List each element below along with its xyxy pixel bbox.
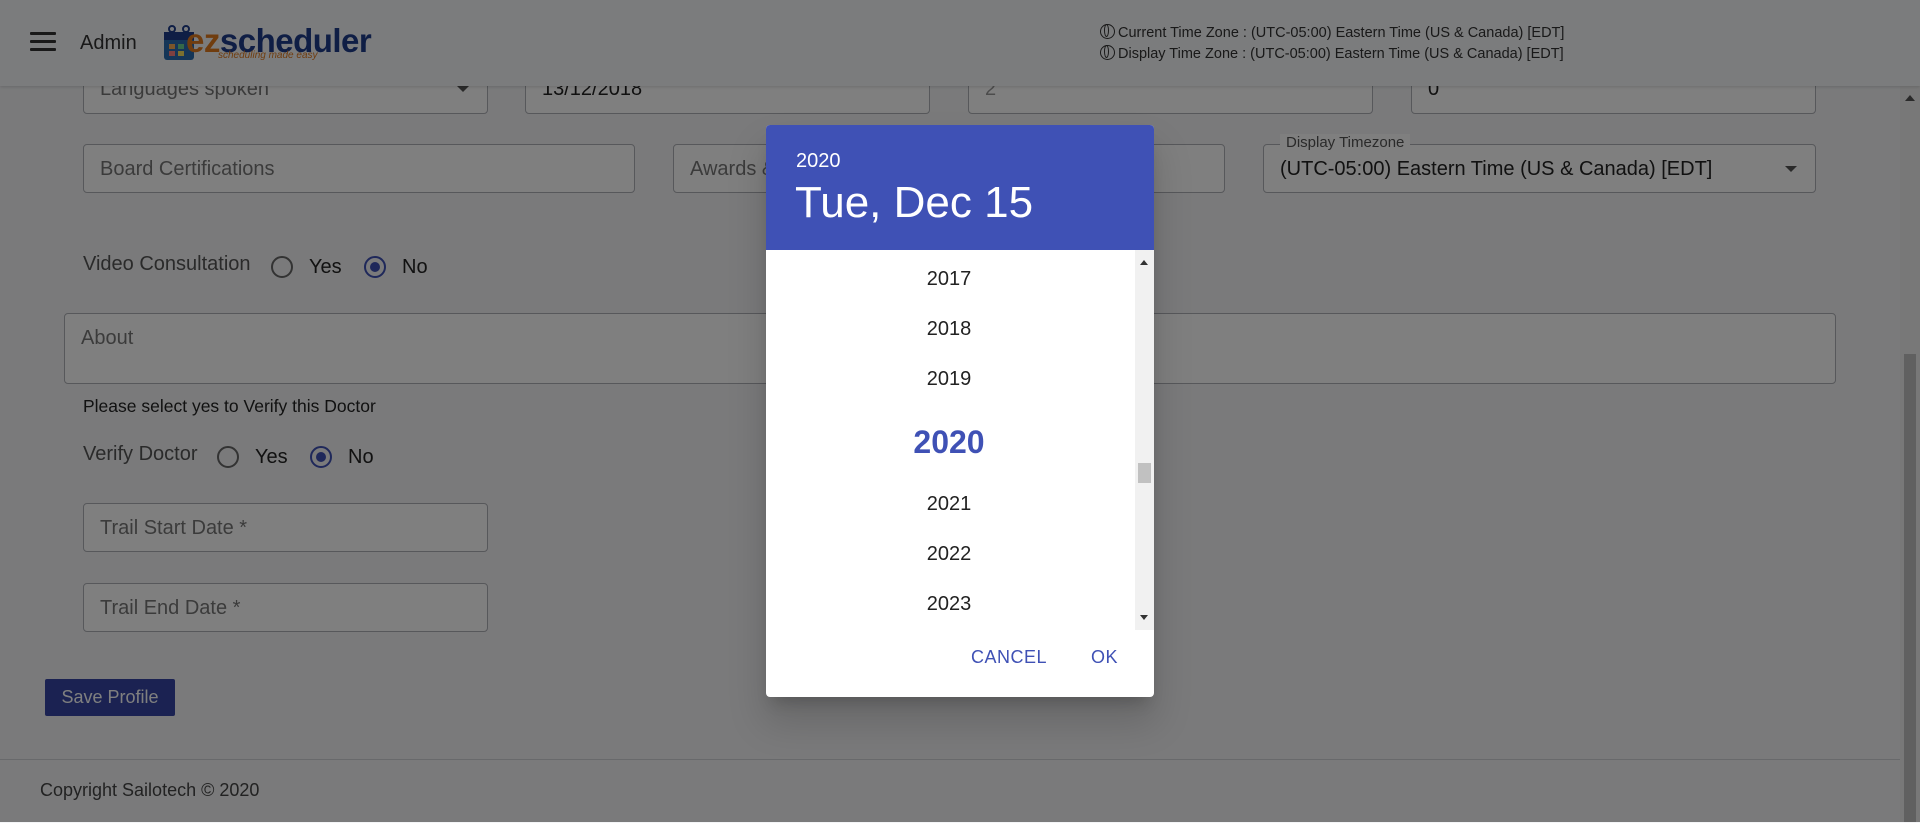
year-option-2021[interactable]: 2021	[766, 493, 1132, 516]
scroll-up-icon[interactable]	[1140, 260, 1148, 265]
year-option-selected[interactable]: 2020	[766, 424, 1132, 461]
date-picker-dialog: 2020 Tue, Dec 15 2017 2018 2019 2020 202…	[766, 125, 1154, 697]
year-option-2019[interactable]: 2019	[766, 368, 1132, 391]
year-option-2023[interactable]: 2023	[766, 593, 1132, 616]
header-date[interactable]: Tue, Dec 15	[795, 178, 1033, 228]
header-year[interactable]: 2020	[796, 150, 841, 173]
year-list-scrollbar[interactable]	[1135, 250, 1154, 630]
ok-button[interactable]: OK	[1091, 647, 1118, 668]
cancel-button[interactable]: CANCEL	[971, 647, 1047, 668]
year-option-2017[interactable]: 2017	[766, 268, 1132, 291]
year-option-2022[interactable]: 2022	[766, 543, 1132, 566]
date-picker-header: 2020 Tue, Dec 15	[766, 125, 1154, 250]
year-list-scrollbar-thumb[interactable]	[1138, 463, 1151, 483]
year-option-2018[interactable]: 2018	[766, 318, 1132, 341]
year-list: 2017 2018 2019 2020 2021 2022 2023	[766, 250, 1136, 630]
scroll-down-icon[interactable]	[1140, 615, 1148, 620]
